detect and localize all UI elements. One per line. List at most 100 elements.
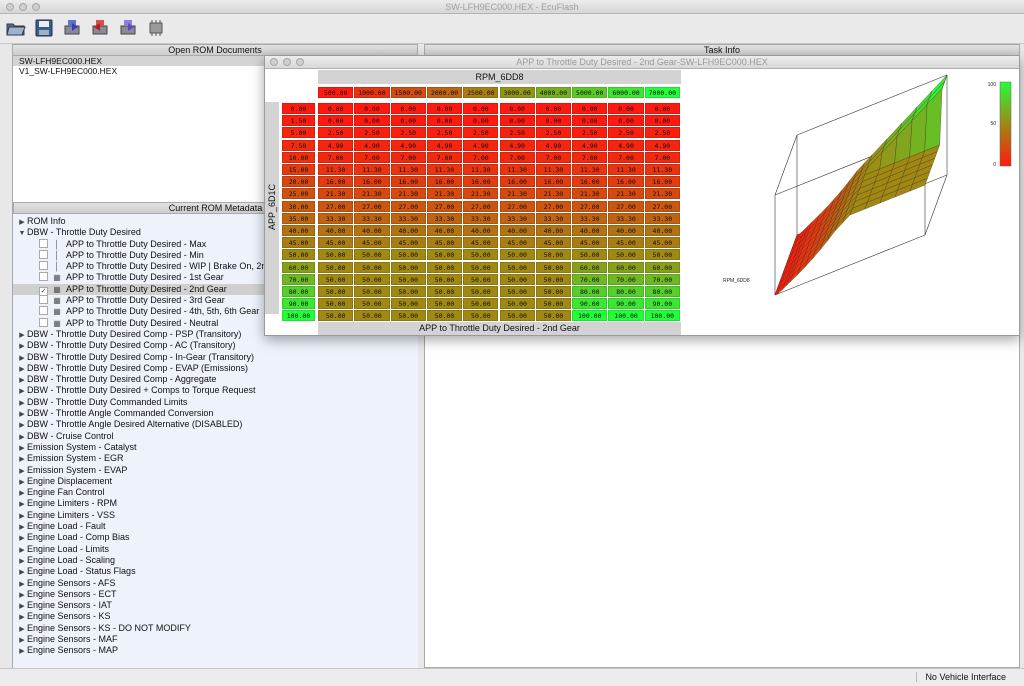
y-axis-cell[interactable]: 30.00: [282, 200, 315, 212]
table-value-cell[interactable]: 50.00: [499, 310, 535, 322]
table-value-cell[interactable]: 16.00: [390, 176, 426, 188]
table-value-cell[interactable]: 45.00: [318, 237, 354, 249]
x-axis-cell[interactable]: 2000.00: [426, 87, 463, 98]
table-value-cell[interactable]: 0.00: [644, 115, 680, 127]
table-value-cell[interactable]: 90.00: [644, 298, 680, 310]
table-value-cell[interactable]: 50.00: [354, 261, 390, 273]
table-value-cell[interactable]: 40.00: [535, 225, 572, 236]
table-value-cell[interactable]: 2.50: [535, 127, 572, 139]
x-axis-cell[interactable]: 6000.00: [608, 87, 644, 98]
table-value-cell[interactable]: 45.00: [572, 237, 608, 249]
read-rom-icon[interactable]: [62, 18, 82, 38]
tree-category[interactable]: ▶ Engine Sensors - MAP: [13, 645, 418, 656]
table-value-cell[interactable]: 45.00: [463, 237, 499, 249]
table-value-cell[interactable]: 16.00: [463, 176, 499, 188]
table-value-cell[interactable]: 21.30: [608, 188, 644, 200]
table-value-cell[interactable]: 50.00: [390, 273, 426, 285]
table-value-cell[interactable]: 21.30: [426, 188, 463, 200]
table-visible-checkbox[interactable]: [39, 295, 48, 305]
table-value-cell[interactable]: 0.00: [608, 103, 644, 114]
table-value-cell[interactable]: 50.00: [499, 286, 535, 297]
table-value-cell[interactable]: 4.90: [572, 139, 608, 151]
table-value-cell[interactable]: 27.00: [390, 200, 426, 212]
table-value-cell[interactable]: 0.00: [318, 115, 354, 127]
write-rom-icon[interactable]: [90, 18, 110, 38]
table-value-cell[interactable]: 33.30: [390, 212, 426, 224]
table-value-cell[interactable]: 27.00: [608, 200, 644, 212]
table-value-cell[interactable]: 27.00: [463, 200, 499, 212]
tree-category[interactable]: ▶ DBW - Throttle Angle Commanded Conversi…: [13, 408, 418, 419]
table-value-cell[interactable]: 7.00: [426, 151, 463, 163]
table-value-cell[interactable]: 0.00: [463, 103, 499, 114]
x-axis-cell[interactable]: 7000.00: [644, 87, 680, 98]
table-value-cell[interactable]: 45.00: [608, 237, 644, 249]
tree-category[interactable]: ▶ Engine Sensors - IAT: [13, 600, 418, 611]
table-value-cell[interactable]: 7.00: [390, 151, 426, 163]
table-value-cell[interactable]: 50.00: [644, 249, 680, 261]
table-value-cell[interactable]: 40.00: [608, 225, 644, 236]
table-value-cell[interactable]: 50.00: [318, 298, 354, 310]
table-value-cell[interactable]: 16.00: [354, 176, 390, 188]
table-value-cell[interactable]: 90.00: [608, 298, 644, 310]
table-value-cell[interactable]: 100.00: [572, 310, 608, 322]
table-value-cell[interactable]: 50.00: [390, 249, 426, 261]
table-value-cell[interactable]: 0.00: [608, 115, 644, 127]
table-value-cell[interactable]: 50.00: [426, 298, 463, 310]
table-value-cell[interactable]: 4.90: [354, 139, 390, 151]
table-value-cell[interactable]: 50.00: [535, 286, 572, 297]
x-axis-cell[interactable]: 4000.00: [535, 87, 572, 98]
table-value-cell[interactable]: 11.30: [644, 164, 680, 175]
tree-category[interactable]: ▶ Engine Limiters - VSS: [13, 510, 418, 521]
table-value-cell[interactable]: 2.50: [499, 127, 535, 139]
tree-category[interactable]: ▶ Emission System - EGR: [13, 453, 418, 464]
table-value-cell[interactable]: 50.00: [463, 261, 499, 273]
table-value-cell[interactable]: 16.00: [644, 176, 680, 188]
table-value-cell[interactable]: 50.00: [354, 273, 390, 285]
tree-category[interactable]: ▶ Engine Load - Comp Bias: [13, 532, 418, 543]
table-value-cell[interactable]: 2.50: [572, 127, 608, 139]
table-value-cell[interactable]: 33.30: [644, 212, 680, 224]
table-value-cell[interactable]: 50.00: [499, 298, 535, 310]
table-value-cell[interactable]: 45.00: [644, 237, 680, 249]
table-value-cell[interactable]: 50.00: [426, 310, 463, 322]
table-value-cell[interactable]: 50.00: [463, 249, 499, 261]
table-value-cell[interactable]: 50.00: [318, 286, 354, 297]
table-value-cell[interactable]: 0.00: [426, 115, 463, 127]
table-value-cell[interactable]: 11.30: [499, 164, 535, 175]
table-value-cell[interactable]: 50.00: [535, 273, 572, 285]
table-value-cell[interactable]: 50.00: [426, 286, 463, 297]
table-visible-checkbox[interactable]: [39, 306, 48, 316]
table-value-cell[interactable]: 27.00: [318, 200, 354, 212]
table-value-cell[interactable]: 11.30: [463, 164, 499, 175]
table-value-cell[interactable]: 4.90: [608, 139, 644, 151]
y-axis-cell[interactable]: 10.00: [282, 151, 315, 163]
table-value-cell[interactable]: 40.00: [644, 225, 680, 236]
chip-icon[interactable]: [146, 18, 166, 38]
table-editor-window[interactable]: APP to Throttle Duty Desired - 2nd Gear-…: [264, 55, 1020, 336]
table-value-cell[interactable]: 50.00: [426, 249, 463, 261]
table-value-cell[interactable]: 80.00: [572, 286, 608, 297]
tree-category[interactable]: ▶ Emission System - Catalyst: [13, 442, 418, 453]
tree-category[interactable]: ▶ Engine Load - Fault: [13, 521, 418, 532]
table-visible-checkbox[interactable]: [39, 317, 48, 327]
table-value-cell[interactable]: 21.30: [318, 188, 354, 200]
collapsed-triangle-icon[interactable]: ▶: [17, 646, 27, 657]
table-value-cell[interactable]: 21.30: [499, 188, 535, 200]
table-value-cell[interactable]: 50.00: [535, 310, 572, 322]
table-value-cell[interactable]: 45.00: [426, 237, 463, 249]
table-value-cell[interactable]: 4.90: [463, 139, 499, 151]
table-value-cell[interactable]: 70.00: [608, 273, 644, 285]
table-value-cell[interactable]: 7.00: [354, 151, 390, 163]
table-value-cell[interactable]: 50.00: [390, 310, 426, 322]
table-value-cell[interactable]: 50.00: [463, 310, 499, 322]
surface-plot[interactable]: 100 50 0 RPM_6DD8: [685, 70, 1019, 336]
table-value-cell[interactable]: 40.00: [426, 225, 463, 236]
table-value-cell[interactable]: 40.00: [572, 225, 608, 236]
table-value-cell[interactable]: 33.30: [318, 212, 354, 224]
table-value-cell[interactable]: 27.00: [644, 200, 680, 212]
table-value-cell[interactable]: 80.00: [608, 286, 644, 297]
x-axis-cell[interactable]: 5000.00: [572, 87, 608, 98]
tree-category[interactable]: ▶ Engine Load - Status Flags: [13, 566, 418, 577]
table-visible-checkbox[interactable]: [39, 261, 48, 271]
table-value-cell[interactable]: 40.00: [390, 225, 426, 236]
